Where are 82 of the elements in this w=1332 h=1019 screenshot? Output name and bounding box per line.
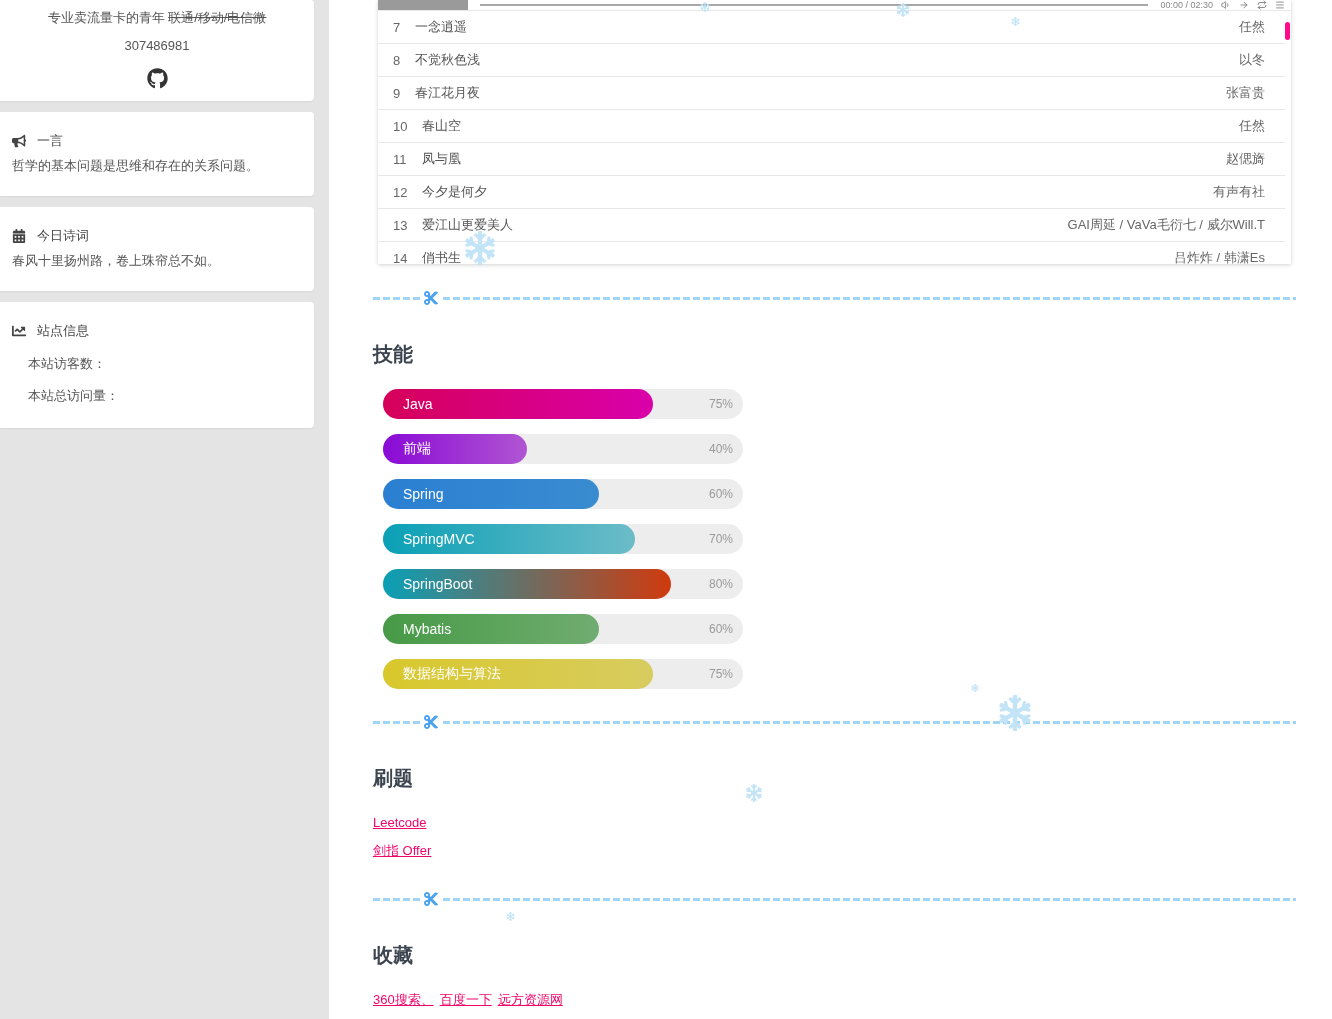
card-title: 一言 (37, 132, 63, 150)
link[interactable]: 剑指 Offer (373, 841, 432, 861)
qq-number: 307486981 (124, 37, 190, 55)
section-heading: 技能 (373, 342, 413, 366)
track-number: 9 (393, 85, 401, 101)
scissors-icon (421, 891, 441, 907)
megaphone-icon (12, 134, 26, 148)
card-text: 哲学的基本问题是思维和存在的关系问题。 (12, 157, 259, 175)
track-number: 12 (393, 184, 408, 200)
snowflake-icon (745, 784, 763, 802)
calendar-icon (12, 229, 26, 243)
skill-label: SpringMVC (403, 531, 475, 547)
menu-icon[interactable] (1275, 0, 1285, 10)
track-number: 10 (393, 118, 408, 134)
stat-label: 本站访客数： (28, 355, 106, 373)
arrow-right-icon[interactable] (1239, 0, 1249, 10)
playlist-row[interactable]: 9 春江花月夜 张富贵 (378, 77, 1285, 110)
song-title: 凤与凰 (421, 150, 461, 168)
song-title: 一念逍遥 (415, 18, 468, 36)
snowflake-icon (896, 3, 910, 17)
card-title: 今日诗词 (37, 227, 89, 245)
github-icon[interactable] (146, 68, 168, 89)
track-number: 11 (393, 151, 407, 167)
volume-icon[interactable] (1221, 0, 1231, 10)
song-artist: GAI周延 / VaVa毛衍七 / 威尔Will.T (1067, 216, 1265, 234)
skill-percent: 70% (708, 532, 733, 546)
snowflake-icon (700, 2, 710, 12)
playlist-row[interactable]: 8 不觉秋色浅 以冬 (378, 44, 1285, 77)
repeat-icon[interactable] (1257, 0, 1267, 10)
snowflake-icon (506, 912, 515, 921)
skill-label: Java (403, 396, 433, 412)
track-number: 13 (393, 217, 408, 233)
skill-percent: 60% (708, 487, 733, 501)
song-artist: 张富贵 (1226, 84, 1265, 102)
song-title: 春江花月夜 (415, 84, 481, 102)
skill-percent: 40% (708, 442, 733, 456)
stat-label: 本站总访问量： (28, 387, 119, 405)
section-heading: 刷题 (373, 766, 413, 790)
link[interactable]: 360搜索、 (373, 990, 434, 1010)
skill-percent: 75% (708, 397, 733, 411)
track-number: 7 (393, 19, 401, 35)
skill-label: SpringBoot (403, 576, 473, 592)
song-title: 春山空 (422, 117, 462, 135)
section-heading: 收藏 (373, 943, 413, 967)
song-artist: 任然 (1239, 117, 1265, 135)
card-title: 站点信息 (37, 322, 89, 340)
snowflake-icon (463, 231, 497, 265)
snowflake-icon (1011, 17, 1020, 26)
playlist-row[interactable]: 10 春山空 任然 (378, 110, 1285, 143)
link[interactable]: 远方资源网 (497, 990, 563, 1010)
playlist-row[interactable]: 7 一念逍遥 任然 (378, 11, 1285, 44)
skill-label: 前端 (403, 440, 431, 458)
skill-percent: 75% (708, 667, 733, 681)
song-artist: 吕炸炸 / 韩潇Es (1174, 249, 1265, 264)
skill-label: 数据结构与算法 (403, 665, 501, 683)
skill-percent: 80% (708, 577, 733, 591)
song-title: 不觉秋色浅 (415, 51, 481, 69)
song-artist: 有声有社 (1213, 183, 1265, 201)
snowflake-icon (997, 695, 1033, 731)
song-artist: 赵偲旖 (1226, 150, 1265, 168)
song-artist: 任然 (1239, 18, 1265, 36)
track-number: 8 (393, 52, 401, 68)
link[interactable]: 百度一下 (439, 990, 492, 1010)
play-time: 00:00 / 02:30 (1160, 0, 1213, 10)
skill-label: Mybatis (403, 621, 452, 637)
snowflake-icon (971, 684, 979, 692)
skill-percent: 60% (708, 622, 733, 636)
track-number: 14 (393, 250, 408, 264)
song-artist: 以冬 (1239, 51, 1265, 69)
playlist-row[interactable]: 11 凤与凰 赵偲旖 (378, 143, 1285, 176)
intro-text: 专业卖流量卡的青年 联通/移动/电信微 (47, 9, 267, 27)
scissors-icon (421, 290, 441, 306)
skill-label: Spring (403, 486, 444, 502)
song-title: 今夕是何夕 (422, 183, 488, 201)
scissors-icon (421, 714, 441, 730)
scrollbar-thumb[interactable] (1285, 22, 1290, 40)
line-chart-icon (12, 324, 26, 338)
card-text: 春风十里扬州路，卷上珠帘总不如。 (12, 252, 220, 270)
song-title: 俏书生 (422, 249, 462, 264)
song-title: 爱江山更爱美人 (422, 216, 514, 234)
playlist-row[interactable]: 12 今夕是何夕 有声有社 (378, 176, 1285, 209)
link[interactable]: Leetcode (373, 813, 427, 833)
